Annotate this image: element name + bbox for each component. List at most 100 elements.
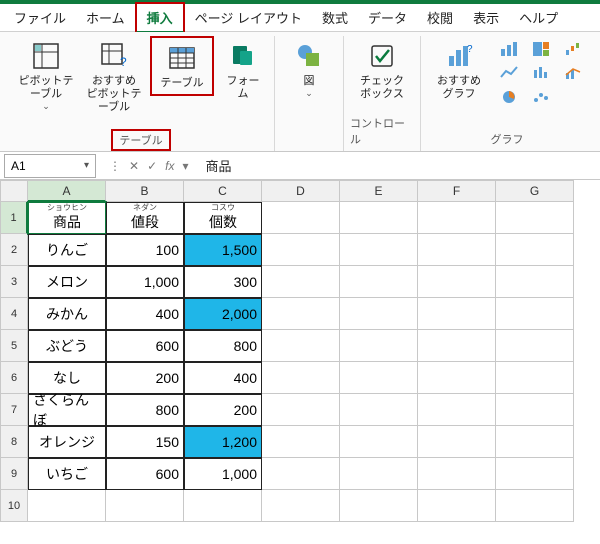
cell[interactable]: いちご — [28, 458, 106, 490]
menu-view[interactable]: 表示 — [463, 4, 509, 31]
cell[interactable]: ぶどう — [28, 330, 106, 362]
pivot-table-button[interactable]: ピボットテーブル ⌄ — [14, 36, 78, 116]
cell[interactable] — [496, 298, 574, 330]
pie-chart-button[interactable] — [497, 86, 521, 108]
cell[interactable]: オレンジ — [28, 426, 106, 458]
col-header-E[interactable]: E — [340, 180, 418, 202]
checkbox-button[interactable]: チェック ボックス — [350, 36, 414, 105]
row-header[interactable]: 9 — [0, 458, 28, 490]
cell[interactable]: 300 — [184, 266, 262, 298]
cell[interactable]: 600 — [106, 330, 184, 362]
cell[interactable] — [496, 330, 574, 362]
scatter-chart-button[interactable] — [529, 86, 553, 108]
cell[interactable] — [418, 490, 496, 522]
cell[interactable] — [496, 202, 574, 234]
cell[interactable] — [262, 298, 340, 330]
cell-A1[interactable]: ショウヒン 商品 — [28, 202, 106, 234]
cell[interactable] — [340, 330, 418, 362]
cell[interactable]: 1,200 — [184, 426, 262, 458]
col-header-D[interactable]: D — [262, 180, 340, 202]
cell-B1[interactable]: ネダン 値段 — [106, 202, 184, 234]
cell[interactable] — [418, 458, 496, 490]
cell[interactable]: 2,000 — [184, 298, 262, 330]
row-header[interactable]: 3 — [0, 266, 28, 298]
cell[interactable] — [340, 426, 418, 458]
cell[interactable] — [262, 266, 340, 298]
cell[interactable] — [262, 362, 340, 394]
menu-insert[interactable]: 挿入 — [135, 2, 185, 34]
cell[interactable] — [340, 362, 418, 394]
cell[interactable]: みかん — [28, 298, 106, 330]
col-header-F[interactable]: F — [418, 180, 496, 202]
cell[interactable]: 800 — [184, 330, 262, 362]
illustrations-button[interactable]: 図 ⌄ — [287, 36, 331, 103]
more-icon[interactable]: ⋮ — [106, 159, 124, 173]
confirm-icon[interactable]: ✓ — [144, 159, 160, 173]
cell[interactable] — [418, 426, 496, 458]
cell[interactable]: 800 — [106, 394, 184, 426]
row-header[interactable]: 4 — [0, 298, 28, 330]
cell[interactable] — [496, 426, 574, 458]
cell[interactable] — [262, 234, 340, 266]
cell[interactable] — [340, 394, 418, 426]
cell[interactable]: 150 — [106, 426, 184, 458]
combo-chart-button[interactable] — [561, 62, 585, 84]
cell[interactable] — [340, 234, 418, 266]
recommend-pivot-button[interactable]: ? おすすめ ピボットテーブル — [82, 36, 146, 119]
line-chart-button[interactable] — [497, 62, 521, 84]
cell[interactable] — [418, 362, 496, 394]
cell[interactable] — [496, 362, 574, 394]
cell[interactable]: 1,500 — [184, 234, 262, 266]
cell[interactable]: 400 — [106, 298, 184, 330]
cell[interactable] — [262, 394, 340, 426]
cell[interactable] — [262, 202, 340, 234]
cell[interactable] — [418, 298, 496, 330]
cell[interactable] — [418, 330, 496, 362]
col-header-B[interactable]: B — [106, 180, 184, 202]
row-header[interactable]: 5 — [0, 330, 28, 362]
cell[interactable] — [340, 266, 418, 298]
menu-review[interactable]: 校閲 — [417, 4, 463, 31]
select-all-corner[interactable] — [0, 180, 28, 202]
name-box[interactable]: A1 ▾ — [4, 154, 96, 178]
cell[interactable] — [496, 394, 574, 426]
cell[interactable] — [496, 234, 574, 266]
column-chart-button[interactable] — [497, 38, 521, 60]
cancel-icon[interactable]: ✕ — [126, 159, 142, 173]
fx-icon[interactable]: fx — [162, 159, 177, 173]
recommend-chart-button[interactable]: ? おすすめ グラフ — [427, 36, 491, 105]
cell[interactable]: さくらんぼ — [28, 394, 106, 426]
form-button[interactable]: フォーム — [218, 36, 268, 105]
row-header[interactable]: 1 — [0, 202, 28, 234]
cell[interactable]: メロン — [28, 266, 106, 298]
cell[interactable] — [496, 458, 574, 490]
cell-C1[interactable]: コスウ 個数 — [184, 202, 262, 234]
cell[interactable]: 400 — [184, 362, 262, 394]
formula-input[interactable]: 商品 — [198, 156, 600, 175]
chevron-down-icon[interactable]: ▾ — [84, 160, 89, 171]
cell[interactable] — [262, 426, 340, 458]
waterfall-chart-button[interactable] — [561, 38, 585, 60]
cell[interactable]: 200 — [184, 394, 262, 426]
cell[interactable] — [418, 266, 496, 298]
chevron-down-icon[interactable]: ▾ — [179, 159, 191, 173]
cell[interactable]: 1,000 — [106, 266, 184, 298]
row-header[interactable]: 7 — [0, 394, 28, 426]
cell[interactable] — [184, 490, 262, 522]
table-button[interactable]: テーブル — [150, 36, 214, 96]
cell[interactable]: 100 — [106, 234, 184, 266]
row-header[interactable]: 2 — [0, 234, 28, 266]
cell[interactable] — [262, 330, 340, 362]
row-header[interactable]: 6 — [0, 362, 28, 394]
col-header-A[interactable]: A — [28, 180, 106, 202]
stats-chart-button[interactable] — [529, 62, 553, 84]
cell[interactable] — [496, 266, 574, 298]
menu-formulas[interactable]: 数式 — [312, 4, 358, 31]
cell[interactable] — [340, 298, 418, 330]
menu-data[interactable]: データ — [358, 4, 417, 31]
cell[interactable] — [418, 234, 496, 266]
cell[interactable] — [496, 490, 574, 522]
row-header[interactable]: 8 — [0, 426, 28, 458]
cell[interactable] — [28, 490, 106, 522]
cell[interactable] — [340, 490, 418, 522]
